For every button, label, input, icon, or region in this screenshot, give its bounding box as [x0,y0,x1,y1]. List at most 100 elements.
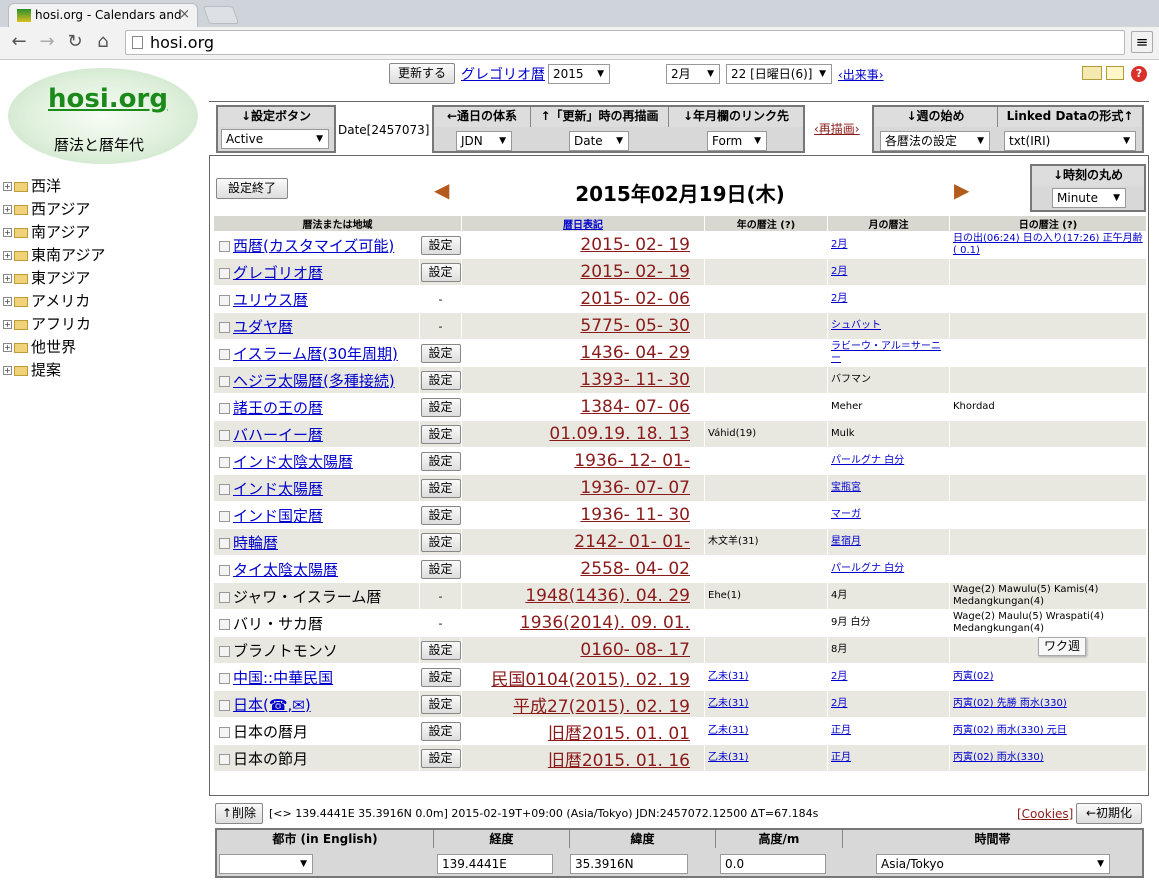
timezone-select[interactable]: Asia/Tokyo ▼ [876,854,1110,874]
date-cell[interactable]: 1436- 04- 29 [462,340,704,366]
settings-button-select[interactable]: Active ▼ [221,129,329,149]
expand-icon[interactable]: + [3,320,12,329]
settings-button[interactable]: 設定 [420,262,461,282]
window-icon[interactable] [1106,66,1124,80]
sidebar-item[interactable]: + アフリカ [3,314,203,334]
settings-button[interactable]: 設定 [420,451,461,471]
month-note-link[interactable]: 正月 [831,752,851,763]
home-icon[interactable]: ⌂ [92,31,114,53]
altitude-input[interactable]: 0.0 [720,854,826,874]
expand-icon[interactable]: + [3,251,12,260]
date-cell[interactable]: 2015- 02- 06 [462,286,704,312]
month-note-link[interactable]: ラビーウ・アル＝サーニー [831,341,941,364]
month-note-link[interactable]: シュバット [831,320,881,331]
day-note-link[interactable]: 日の出(06:24) 日の入り(17:26) 正午月齢( 0.1) [953,233,1143,256]
close-tab-icon[interactable]: × [179,4,190,26]
date-link[interactable]: 1936(2014). 09. 01. [520,613,690,633]
row-checkbox[interactable] [219,591,230,603]
month-note-link[interactable]: 2月 [831,293,847,304]
calendar-name-link[interactable]: イスラーム暦(30年周期) [233,345,398,363]
settings-button[interactable]: 設定 [420,505,461,525]
calendar-name-link[interactable]: インド国定暦 [233,507,323,525]
expand-icon[interactable]: + [3,366,12,375]
back-arrow-icon[interactable]: ← [8,31,30,53]
row-checkbox[interactable] [219,456,230,468]
row-checkbox[interactable] [219,294,230,306]
date-cell[interactable]: 2142- 01- 01- [462,529,704,555]
date-link[interactable]: 2142- 01- 01- [574,532,690,552]
date-cell[interactable]: 民国0104(2015). 02. 19 [462,664,704,690]
year-note-link[interactable]: 乙未(31) [708,671,749,682]
row-checkbox[interactable] [219,753,230,765]
month-note-link[interactable]: 2月 [831,671,847,682]
month-note-link[interactable]: パールグナ 白分 [831,455,904,466]
date-link[interactable]: 1936- 07- 07 [580,478,690,498]
month-note-link[interactable]: 星宿月 [831,536,861,547]
row-checkbox[interactable] [219,375,230,387]
date-link[interactable]: 1436- 04- 29 [580,343,690,363]
sidebar-item[interactable]: + 西洋 [3,176,203,196]
row-checkbox[interactable] [219,321,230,333]
month-note-link[interactable]: マーガ [831,509,861,520]
sidebar-item[interactable]: + アメリカ [3,291,203,311]
expand-icon[interactable]: + [3,228,12,237]
month-note-link[interactable]: 2月 [831,698,847,709]
settings-button[interactable]: 設定 [420,532,461,552]
logo-title[interactable]: hosi.org [48,84,168,114]
row-checkbox[interactable] [219,267,230,279]
row-checkbox[interactable] [219,564,230,576]
expand-icon[interactable]: + [3,297,12,306]
settings-button[interactable]: 設定 [420,235,461,255]
row-checkbox[interactable] [219,510,230,522]
delete-button[interactable]: ↑削除 [215,803,263,824]
menu-icon[interactable]: ≡ [1131,31,1153,53]
settings-button[interactable]: 設定 [420,694,461,714]
date-cell[interactable]: 2558- 04- 02 [462,556,704,582]
date-link[interactable]: 0160- 08- 17 [580,640,690,660]
date-cell[interactable]: 1936(2014). 09. 01. [462,610,704,636]
sidebar-item[interactable]: + 他世界 [3,337,203,357]
row-checkbox[interactable] [219,672,230,684]
date-link[interactable]: 2015- 02- 19 [580,262,690,282]
calendar-name-link[interactable]: バハーイー暦 [233,426,323,444]
date-link[interactable]: 旧暦2015. 01. 16 [548,751,690,771]
expand-icon[interactable]: + [3,205,12,214]
date-cell[interactable]: 2015- 02- 19 [462,259,704,285]
settings-button[interactable]: 設定 [420,640,461,660]
expand-icon[interactable]: + [3,274,12,283]
date-link[interactable]: 1936- 11- 30 [580,505,690,525]
latitude-input[interactable]: 35.3916N [570,854,688,874]
day-system-select[interactable]: JDN ▼ [456,131,512,151]
month-note-link[interactable]: パールグナ 白分 [831,563,904,574]
row-checkbox[interactable] [219,240,230,252]
sidebar-item[interactable]: + 西アジア [3,199,203,219]
address-bar[interactable]: hosi.org [125,30,1125,55]
new-tab-button[interactable] [202,6,240,24]
settings-button[interactable]: 設定 [420,748,461,768]
settings-button[interactable]: 設定 [420,343,461,363]
date-cell[interactable]: 旧暦2015. 01. 01 [462,718,704,744]
date-cell[interactable]: 1936- 07- 07 [462,475,704,501]
calendar-name-link[interactable]: インド太陰太陽暦 [233,453,353,471]
settings-button[interactable]: 設定 [420,667,461,687]
day-note-link[interactable]: 丙寅(02) 雨水(330) 元日 [953,725,1067,736]
sidebar-item[interactable]: + 東アジア [3,268,203,288]
date-cell[interactable]: 1393- 11- 30 [462,367,704,393]
cookies-link[interactable]: [Cookies] [1017,807,1073,821]
calendar-name-link[interactable]: インド太陽暦 [233,480,323,498]
expand-icon[interactable]: + [3,343,12,352]
date-link[interactable]: 民国0104(2015). 02. 19 [491,670,690,690]
date-link[interactable]: 5775- 05- 30 [580,316,690,336]
date-cell[interactable]: 1936- 12- 01- [462,448,704,474]
row-checkbox[interactable] [219,348,230,360]
date-link[interactable]: 2015- 02- 19 [580,235,690,255]
settings-button[interactable]: 設定 [420,559,461,579]
city-select[interactable]: ▼ [219,854,313,874]
redraw-select[interactable]: Date ▼ [569,131,629,151]
day-note-link[interactable]: 丙寅(02) 先勝 雨水(330) [953,698,1067,709]
date-cell[interactable]: 1948(1436). 04. 29 [462,583,704,609]
reload-icon[interactable]: ↻ [64,31,86,53]
date-link[interactable]: 2558- 04- 02 [580,559,690,579]
row-checkbox[interactable] [219,726,230,738]
calendar-name-link[interactable]: 中国::中華民国 [233,669,333,687]
